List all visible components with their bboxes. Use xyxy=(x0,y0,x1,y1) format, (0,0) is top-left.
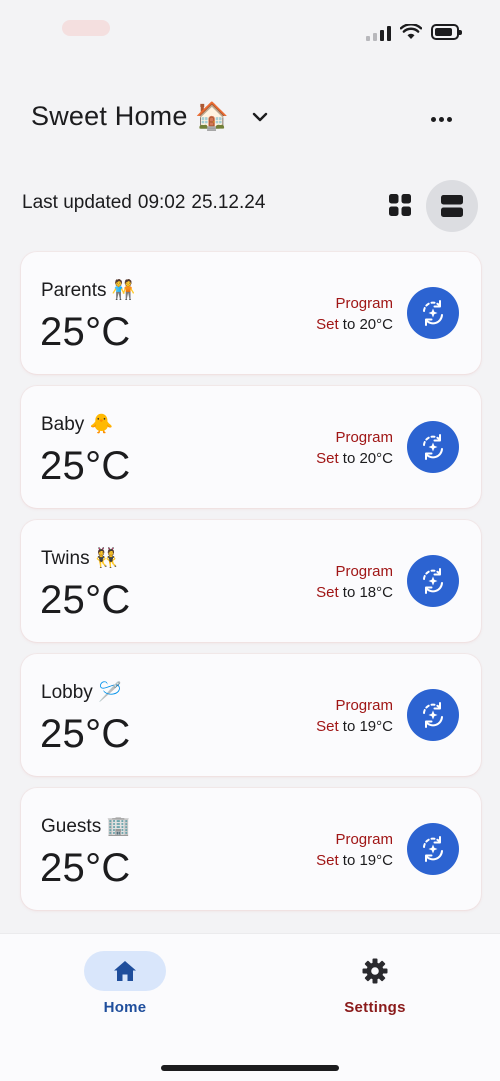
room-temperature: 25°C xyxy=(40,712,131,756)
room-card-lobby[interactable]: Lobby 🪡 25°C Program Set to 19°C xyxy=(21,654,481,776)
room-card-guests[interactable]: Guests 🏢 25°C Program Set to 19°C xyxy=(21,788,481,910)
nav-home-tab[interactable]: Home xyxy=(84,951,166,1027)
bottom-nav: Home Settings xyxy=(0,934,500,1081)
autorenew-sparkle-icon xyxy=(423,568,443,594)
autorenew-sparkle-icon xyxy=(423,836,443,862)
program-button[interactable] xyxy=(407,287,459,339)
last-updated-text: Last updated 09:02 25.12.24 xyxy=(22,192,266,213)
room-card-twins[interactable]: Twins 👯 25°C Program Set to 18°C xyxy=(21,520,481,642)
cellular-signal-icon xyxy=(366,25,391,41)
home-icon xyxy=(114,961,136,981)
program-button[interactable] xyxy=(407,823,459,875)
autorenew-sparkle-icon xyxy=(423,300,443,326)
program-button[interactable] xyxy=(407,421,459,473)
home-indicator xyxy=(161,1065,339,1071)
autorenew-sparkle-icon xyxy=(423,434,443,460)
room-temperature: 25°C xyxy=(40,846,131,890)
nav-settings-label: Settings xyxy=(344,999,406,1016)
program-label: Program xyxy=(335,429,393,446)
room-card-parents[interactable]: Parents 🧑‍🤝‍🧑 25°C Program Set to 20°C xyxy=(21,252,481,374)
setpoint-label: Set to 19°C xyxy=(316,852,393,869)
room-temperature: 25°C xyxy=(40,310,131,354)
status-indicator-pill xyxy=(62,20,110,36)
room-card-baby[interactable]: Baby 🐥 25°C Program Set to 20°C xyxy=(21,386,481,508)
wifi-icon xyxy=(400,24,422,39)
status-bar xyxy=(0,0,500,64)
nav-home-label: Home xyxy=(103,999,147,1016)
grid-view-button[interactable] xyxy=(378,183,422,227)
program-button[interactable] xyxy=(407,689,459,741)
gear-icon xyxy=(362,958,388,984)
home-selector[interactable]: Sweet Home 🏠 xyxy=(31,100,269,132)
room-name: Guests 🏢 xyxy=(41,816,131,837)
home-emoji: 🏠 xyxy=(195,101,230,131)
nav-settings-tab[interactable]: Settings xyxy=(334,951,416,1027)
room-list: Parents 🧑‍🤝‍🧑 25°C Program Set to 20°C B… xyxy=(21,252,481,922)
battery-icon xyxy=(431,24,462,40)
setpoint-label: Set to 20°C xyxy=(316,316,393,333)
grid-view-icon xyxy=(389,194,411,216)
room-emoji: 👯 xyxy=(94,548,119,569)
room-emoji: 🐥 xyxy=(89,414,114,435)
list-view-icon xyxy=(441,195,463,217)
program-label: Program xyxy=(335,831,393,848)
program-label: Program xyxy=(335,697,393,714)
setpoint-label: Set to 18°C xyxy=(316,584,393,601)
setpoint-label: Set to 20°C xyxy=(316,450,393,467)
list-view-button[interactable] xyxy=(426,180,478,232)
room-name: Parents 🧑‍🤝‍🧑 xyxy=(41,280,136,301)
more-options-icon[interactable] xyxy=(425,107,457,131)
room-name: Lobby 🪡 xyxy=(41,682,122,703)
program-label: Program xyxy=(335,295,393,312)
room-temperature: 25°C xyxy=(40,578,131,622)
home-title: Sweet Home 🏠 xyxy=(31,101,230,131)
setpoint-label: Set to 19°C xyxy=(316,718,393,735)
program-button[interactable] xyxy=(407,555,459,607)
room-name: Baby 🐥 xyxy=(41,414,114,435)
autorenew-sparkle-icon xyxy=(423,702,443,728)
room-temperature: 25°C xyxy=(40,444,131,488)
nav-home-pill xyxy=(84,951,166,991)
chevron-down-icon[interactable] xyxy=(251,111,269,123)
room-emoji: 🪡 xyxy=(98,682,122,703)
room-emoji: 🧑‍🤝‍🧑 xyxy=(111,280,136,301)
room-emoji: 🏢 xyxy=(106,816,131,837)
program-label: Program xyxy=(335,563,393,580)
nav-settings-pill xyxy=(334,951,416,991)
room-name: Twins 👯 xyxy=(41,548,119,569)
